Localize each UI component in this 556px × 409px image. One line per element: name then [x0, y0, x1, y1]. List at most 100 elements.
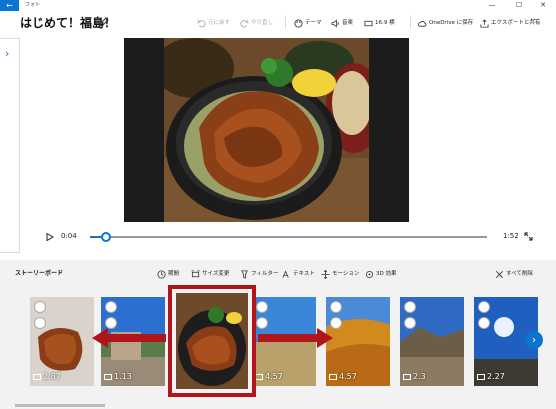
card-duration: 4.57: [255, 372, 283, 382]
storyboard-card-dragged[interactable]: [176, 293, 248, 389]
image-icon: [33, 374, 41, 380]
pin-icon[interactable]: [404, 301, 416, 313]
redo-label: やり直し: [251, 20, 274, 26]
theme-label: テーマ: [305, 20, 322, 26]
total-time: 1:52: [503, 232, 519, 240]
play-icon[interactable]: [46, 233, 54, 241]
close-button[interactable]: ✕: [532, 0, 554, 11]
pin-icon[interactable]: [256, 301, 268, 313]
redo-button[interactable]: やり直し: [240, 17, 273, 29]
move-right-arrow-head: [317, 328, 333, 348]
move-left-arrow: [106, 334, 166, 342]
card-duration-value: 4.57: [339, 372, 357, 381]
storyboard-card[interactable]: 4.57: [326, 297, 390, 386]
resize-button[interactable]: サイズ変更: [191, 269, 229, 279]
theme-button[interactable]: テーマ: [294, 17, 322, 29]
pin-icon[interactable]: [34, 301, 46, 313]
text-icon: [282, 269, 289, 278]
back-button[interactable]: ←: [0, 0, 19, 11]
fullscreen-icon[interactable]: [524, 232, 533, 241]
card-duration: 2.87: [33, 372, 61, 382]
seek-track[interactable]: [90, 236, 487, 238]
minimize-button[interactable]: —: [481, 0, 503, 11]
image-icon: [477, 374, 485, 380]
save-onedrive-button[interactable]: OneDrive に保存: [418, 17, 473, 29]
dragged-card-highlight[interactable]: [168, 285, 256, 397]
card-duration-value: 4.57: [265, 372, 283, 381]
motion-button[interactable]: モーション: [321, 269, 359, 279]
clock-icon: [157, 269, 166, 279]
filter-icon: [241, 269, 248, 279]
duration-label: 期間: [168, 271, 180, 277]
pin-icon[interactable]: [330, 301, 342, 313]
more-options-button[interactable]: ···: [530, 15, 540, 27]
3d-effects-label: 3D 効果: [376, 271, 397, 277]
image-icon: [104, 374, 112, 380]
close-icon: [496, 270, 503, 278]
motion-icon: [321, 269, 330, 279]
redo-icon: [240, 19, 249, 27]
move-right-arrow: [258, 334, 318, 342]
card-duration: 4.57: [329, 372, 357, 382]
motion-label: モーション: [332, 271, 360, 277]
remove-all-button[interactable]: すべて削除: [495, 269, 533, 279]
pencil-icon[interactable]: [98, 16, 110, 28]
resize-label: サイズ変更: [202, 271, 230, 277]
title-bar: ← フォト — ☐ ✕: [0, 0, 556, 11]
toolbar-divider: [285, 15, 286, 29]
current-time: 0:04: [61, 232, 77, 240]
move-icon[interactable]: [478, 317, 490, 329]
remove-all-label: すべて削除: [506, 271, 533, 277]
image-icon: [255, 374, 263, 380]
storyboard-title: ストーリーボード: [15, 270, 64, 277]
pin-icon[interactable]: [478, 301, 490, 313]
filter-button[interactable]: フィルター: [240, 269, 278, 279]
seek-thumb[interactable]: [100, 232, 111, 242]
card-duration: 1.13: [104, 372, 132, 382]
app-title: フォト: [25, 2, 41, 8]
undo-icon: [197, 19, 206, 27]
scroll-next-button[interactable]: ›: [525, 331, 543, 349]
undo-label: 元に戻す: [208, 20, 231, 26]
speaker-icon: [331, 18, 339, 28]
card-photo-katsudon: [176, 293, 248, 389]
aspect-ratio-button[interactable]: 16:9 横: [364, 17, 395, 29]
3d-effects-icon: [365, 270, 374, 278]
move-icon[interactable]: [256, 317, 268, 329]
aspect-ratio-label: 16:9 横: [375, 20, 395, 26]
card-duration-value: 1.13: [114, 372, 132, 381]
preview-photo-katsudon: [164, 38, 369, 222]
filter-label: フィルター: [251, 271, 279, 277]
image-icon: [329, 374, 337, 380]
library-side-panel: ›: [0, 38, 20, 253]
undo-button[interactable]: 元に戻す: [197, 17, 230, 29]
move-icon[interactable]: [404, 317, 416, 329]
cloud-icon: [418, 20, 427, 27]
video-preview[interactable]: [124, 38, 409, 222]
image-icon: [403, 374, 411, 380]
music-label: 音楽: [342, 20, 354, 26]
pin-icon[interactable]: [105, 301, 117, 313]
music-button[interactable]: 音楽: [331, 17, 353, 29]
text-button[interactable]: テキスト: [282, 269, 315, 279]
storyboard-card[interactable]: 2.3: [400, 297, 464, 386]
export-icon: [480, 18, 489, 28]
playback-bar: 0:04 1:52: [0, 227, 556, 247]
storyboard-card[interactable]: 2.87: [30, 297, 94, 386]
storyboard-scrollbar[interactable]: [15, 404, 105, 407]
palette-icon: [294, 18, 303, 28]
card-duration-value: 2.3: [413, 372, 426, 381]
move-icon[interactable]: [34, 317, 46, 329]
save-onedrive-label: OneDrive に保存: [429, 20, 474, 26]
duration-button[interactable]: 期間: [157, 269, 179, 279]
card-duration-value: 2.87: [43, 372, 61, 381]
maximize-button[interactable]: ☐: [508, 0, 530, 11]
text-label: テキスト: [293, 271, 315, 277]
3d-effects-button[interactable]: 3D 効果: [365, 269, 396, 279]
aspect-ratio-icon: [364, 20, 373, 26]
expand-panel-chevron-icon[interactable]: ›: [5, 47, 9, 60]
card-duration: 2.27: [477, 372, 505, 382]
card-duration: 2.3: [403, 372, 426, 382]
card-duration-value: 2.27: [487, 372, 505, 381]
toolbar-divider: [410, 15, 411, 29]
